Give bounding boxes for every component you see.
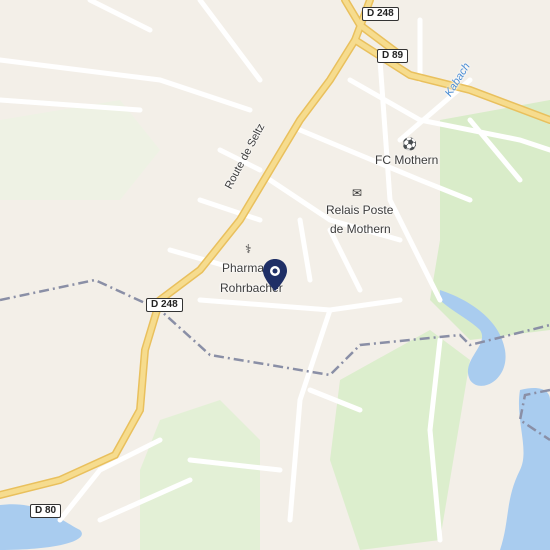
label-fc-mothern[interactable]: FC Mothern	[375, 153, 438, 167]
label-relais-poste-line1[interactable]: Relais Poste	[326, 203, 393, 217]
pharmacy-icon[interactable]: ⚕	[245, 242, 252, 256]
road-shield-d80: D 80	[30, 504, 62, 518]
label-relais-poste-line2[interactable]: de Mothern	[330, 222, 391, 236]
green-area-southwest	[140, 400, 260, 550]
label-pharmacie-line1[interactable]: Pharma	[222, 261, 264, 275]
green-area-south	[330, 330, 470, 550]
map-pin-icon[interactable]	[263, 259, 287, 291]
green-field-west	[0, 100, 160, 200]
road-shield-d248-top: D 248	[362, 7, 399, 21]
road-shield-d89: D 89	[377, 49, 409, 63]
map-canvas[interactable]: D 248 D 89 D 248 D 80 ⚽ FC Mothern ✉ Rel…	[0, 0, 550, 550]
soccer-ball-icon[interactable]: ⚽	[402, 137, 417, 151]
road-shield-d248-left: D 248	[146, 298, 183, 312]
envelope-icon[interactable]: ✉	[352, 186, 362, 200]
river-southeast	[500, 388, 550, 550]
